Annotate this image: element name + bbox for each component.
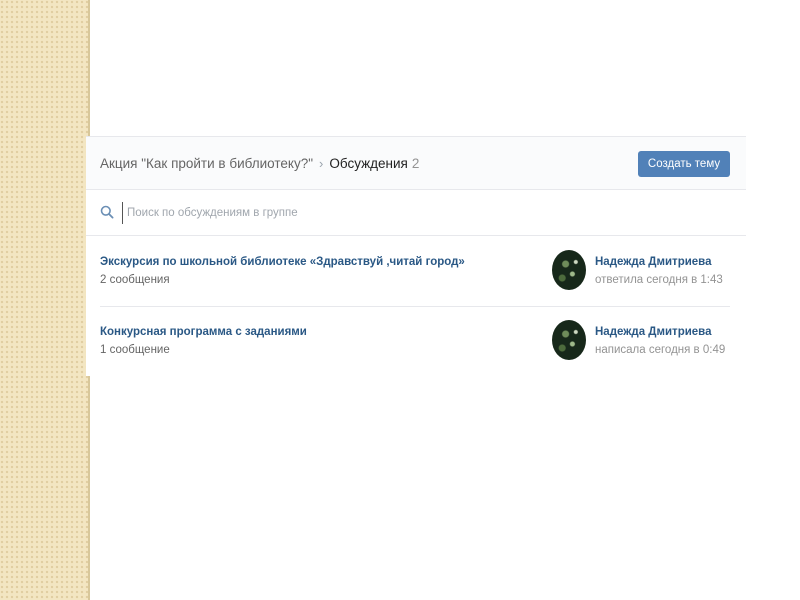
slide: Акция "Как пройти в библиотеку?" › Обсужде… (0, 0, 800, 600)
search-bar (86, 190, 746, 236)
topic-author[interactable]: Надежда Дмитриева (595, 256, 712, 268)
discussions-header: Акция "Как пройти в библиотеку?" › Обсужде… (86, 136, 746, 190)
topic-row[interactable]: Конкурсная программа с заданиями 1 сообщ… (86, 306, 746, 376)
topic-author[interactable]: Надежда Дмитриева (595, 326, 712, 338)
topic-last-activity[interactable]: написала сегодня в 0:49 (595, 344, 725, 356)
breadcrumb-current: Обсуждения (329, 156, 408, 171)
discussion-count: 2 (411, 156, 420, 171)
topic-title[interactable]: Конкурсная программа с заданиями (100, 326, 307, 338)
avatar[interactable] (552, 320, 586, 360)
breadcrumb-group-link[interactable]: Акция "Как пройти в библиотеку?" (100, 156, 313, 171)
topic-message-count: 1 сообщение (100, 344, 170, 356)
topic-row[interactable]: Экскурсия по школьной библиотеке «Здравс… (86, 236, 746, 306)
topic-message-count: 2 сообщения (100, 274, 170, 286)
decorative-side-pattern (0, 0, 88, 600)
search-icon (100, 205, 114, 219)
avatar[interactable] (552, 250, 586, 290)
discussions-panel: Акция "Как пройти в библиотеку?" › Обсужде… (86, 136, 746, 376)
chevron-right-icon: › (319, 156, 324, 171)
breadcrumb: Акция "Как пройти в библиотеку?" › Обсужде… (100, 156, 419, 171)
search-input[interactable] (122, 202, 689, 224)
topic-title[interactable]: Экскурсия по школьной библиотеке «Здравс… (100, 256, 465, 268)
topic-last-activity[interactable]: ответила сегодня в 1:43 (595, 274, 723, 286)
create-topic-button[interactable]: Создать тему (638, 151, 730, 177)
